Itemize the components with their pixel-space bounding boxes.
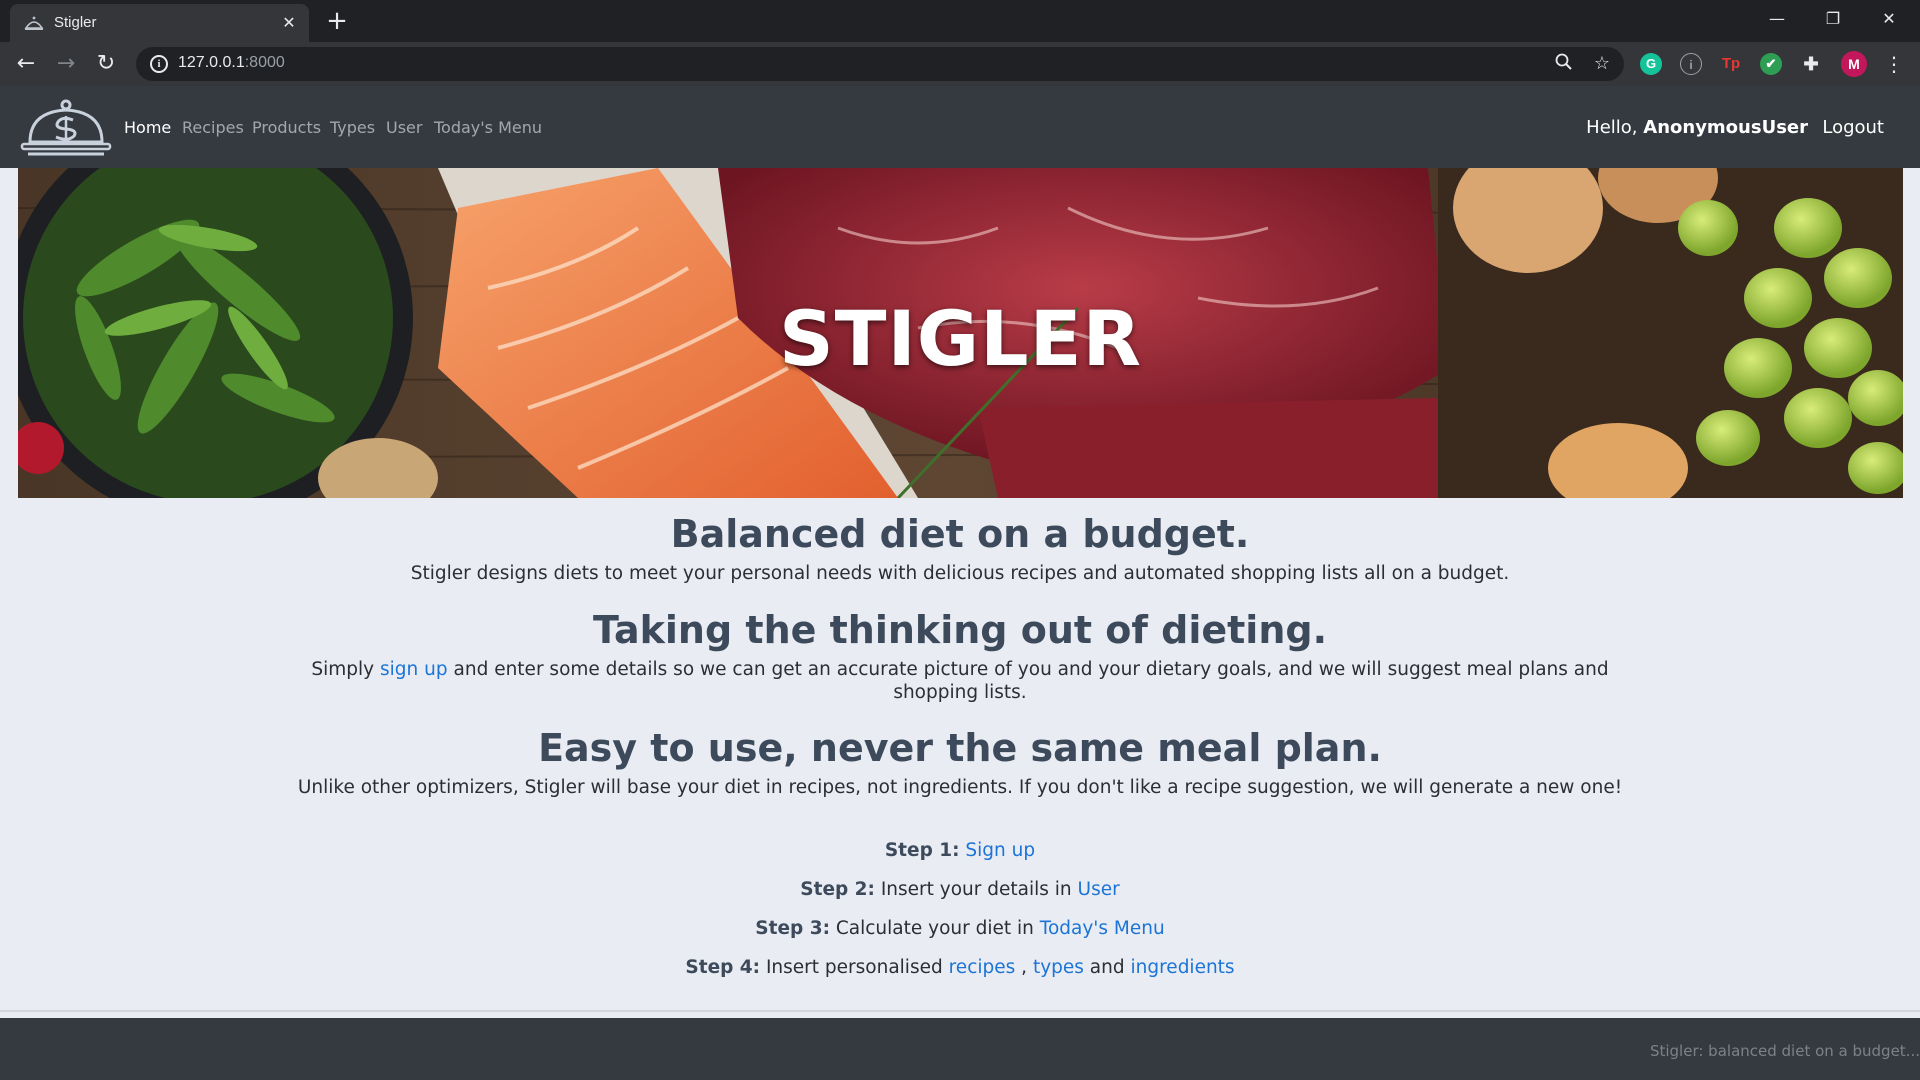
step-1-sign-up-link[interactable]: Sign up xyxy=(965,840,1035,861)
url-text[interactable]: 127.0.0.1:8000 xyxy=(178,54,285,72)
heading-balanced-diet: Balanced diet on a budget. xyxy=(670,512,1250,556)
nav-recipes[interactable]: Recipes xyxy=(182,118,244,137)
window-close-icon[interactable]: ✕ xyxy=(1862,0,1916,38)
nav-home[interactable]: Home xyxy=(124,118,171,137)
step-3: Step 3: Calculate your diet in Today's M… xyxy=(0,918,1920,939)
logout-link[interactable]: Logout xyxy=(1822,117,1884,138)
minimize-icon[interactable]: — xyxy=(1750,0,1804,38)
thinking-text-after: and enter some details so we can get an … xyxy=(453,659,1609,703)
heading-easy-to-use: Easy to use, never the same meal plan. xyxy=(538,726,1382,770)
url-host: 127.0.0.1 xyxy=(178,54,245,71)
footer-tagline: Stigler: balanced diet on a budget... xyxy=(1649,1042,1920,1060)
step-3-label: Step 3: xyxy=(755,918,830,939)
username[interactable]: AnonymousUser xyxy=(1643,117,1808,138)
bookmark-star-icon[interactable]: ☆ xyxy=(1590,52,1614,76)
paragraph-easy-to-use: Unlike other optimizers, Stigler will ba… xyxy=(297,777,1623,798)
profile-avatar[interactable]: M xyxy=(1841,51,1867,77)
step-3-text: Calculate your diet in xyxy=(835,918,1034,939)
step-4-recipes-link[interactable]: recipes xyxy=(949,957,1016,978)
extensions-puzzle-icon[interactable]: ✚ xyxy=(1800,53,1822,75)
back-icon[interactable]: ← xyxy=(10,48,42,80)
step-4-text: Insert personalised xyxy=(765,957,943,978)
cloche-logo-icon[interactable] xyxy=(18,96,114,160)
forward-icon[interactable]: → xyxy=(50,48,82,80)
greeting-prefix: Hello, xyxy=(1586,117,1638,138)
site-navbar: Home Recipes Products Types User Today's… xyxy=(0,86,1920,168)
new-tab-button[interactable]: + xyxy=(322,6,352,36)
nav-user[interactable]: User xyxy=(386,118,422,137)
zoom-icon[interactable] xyxy=(1552,52,1576,76)
step-4-separator: , xyxy=(1021,957,1028,978)
site-info-icon[interactable]: i xyxy=(150,55,168,73)
address-bar[interactable]: i 127.0.0.1:8000 ☆ xyxy=(136,47,1624,81)
step-1: Step 1: Sign up xyxy=(0,840,1920,861)
step-3-todays-menu-link[interactable]: Today's Menu xyxy=(1040,918,1165,939)
thinking-text-before: Simply xyxy=(311,659,375,680)
step-2-label: Step 2: xyxy=(800,879,875,900)
footer-divider xyxy=(0,1010,1920,1012)
step-4: Step 4: Insert personalised recipes , ty… xyxy=(0,957,1920,978)
stigler-favicon-icon xyxy=(24,16,44,30)
shield-extension-icon[interactable]: ✔ xyxy=(1760,53,1782,75)
site-footer: Stigler: balanced diet on a budget... xyxy=(0,1018,1920,1080)
step-4-ingredients-link[interactable]: ingredients xyxy=(1131,957,1235,978)
step-2-user-link[interactable]: User xyxy=(1078,879,1120,900)
page: Home Recipes Products Types User Today's… xyxy=(0,86,1920,1080)
nav-todays-menu[interactable]: Today's Menu xyxy=(434,118,542,137)
browser-menu-icon[interactable]: ⋮ xyxy=(1878,48,1910,80)
step-4-and: and xyxy=(1089,957,1125,978)
paragraph-thinking: Simply sign up and enter some details so… xyxy=(290,658,1630,704)
url-port: :8000 xyxy=(244,54,285,71)
nav-products[interactable]: Products xyxy=(252,118,321,137)
tab-close-icon[interactable]: ✕ xyxy=(277,11,301,35)
step-2: Step 2: Insert your details in User xyxy=(0,879,1920,900)
heading-thinking: Taking the thinking out of dieting. xyxy=(592,608,1328,652)
step-4-types-link[interactable]: types xyxy=(1033,957,1084,978)
grammarly-icon[interactable]: G xyxy=(1640,53,1662,75)
browser-tab[interactable]: Stigler ✕ xyxy=(10,4,309,42)
reload-icon[interactable]: ↻ xyxy=(90,48,122,80)
info-extension-icon[interactable]: i xyxy=(1680,53,1702,75)
step-2-text: Insert your details in xyxy=(880,879,1072,900)
browser-tab-bar: Stigler ✕ + — ❐ ✕ xyxy=(0,0,1920,42)
browser-toolbar: ← → ↻ i 127.0.0.1:8000 ☆ Gi Tp ✔ ✚ M ⋮ xyxy=(0,42,1920,86)
step-1-label: Step 1: xyxy=(884,840,960,861)
step-4-label: Step 4: xyxy=(685,957,761,978)
nav-types[interactable]: Types xyxy=(330,118,375,137)
tab-title: Stigler xyxy=(54,14,97,31)
hero-title: STIGLER xyxy=(778,294,1143,383)
tp-extension-icon[interactable]: Tp xyxy=(1720,53,1742,75)
restore-icon[interactable]: ❐ xyxy=(1806,0,1860,38)
greeting: Hello, AnonymousUser xyxy=(1586,117,1808,138)
sign-up-inline-link[interactable]: sign up xyxy=(380,659,448,680)
hero-banner: STIGLER xyxy=(18,168,1903,498)
paragraph-balanced-diet: Stigler designs diets to meet your perso… xyxy=(410,563,1510,584)
profile-initial: M xyxy=(1848,56,1860,72)
